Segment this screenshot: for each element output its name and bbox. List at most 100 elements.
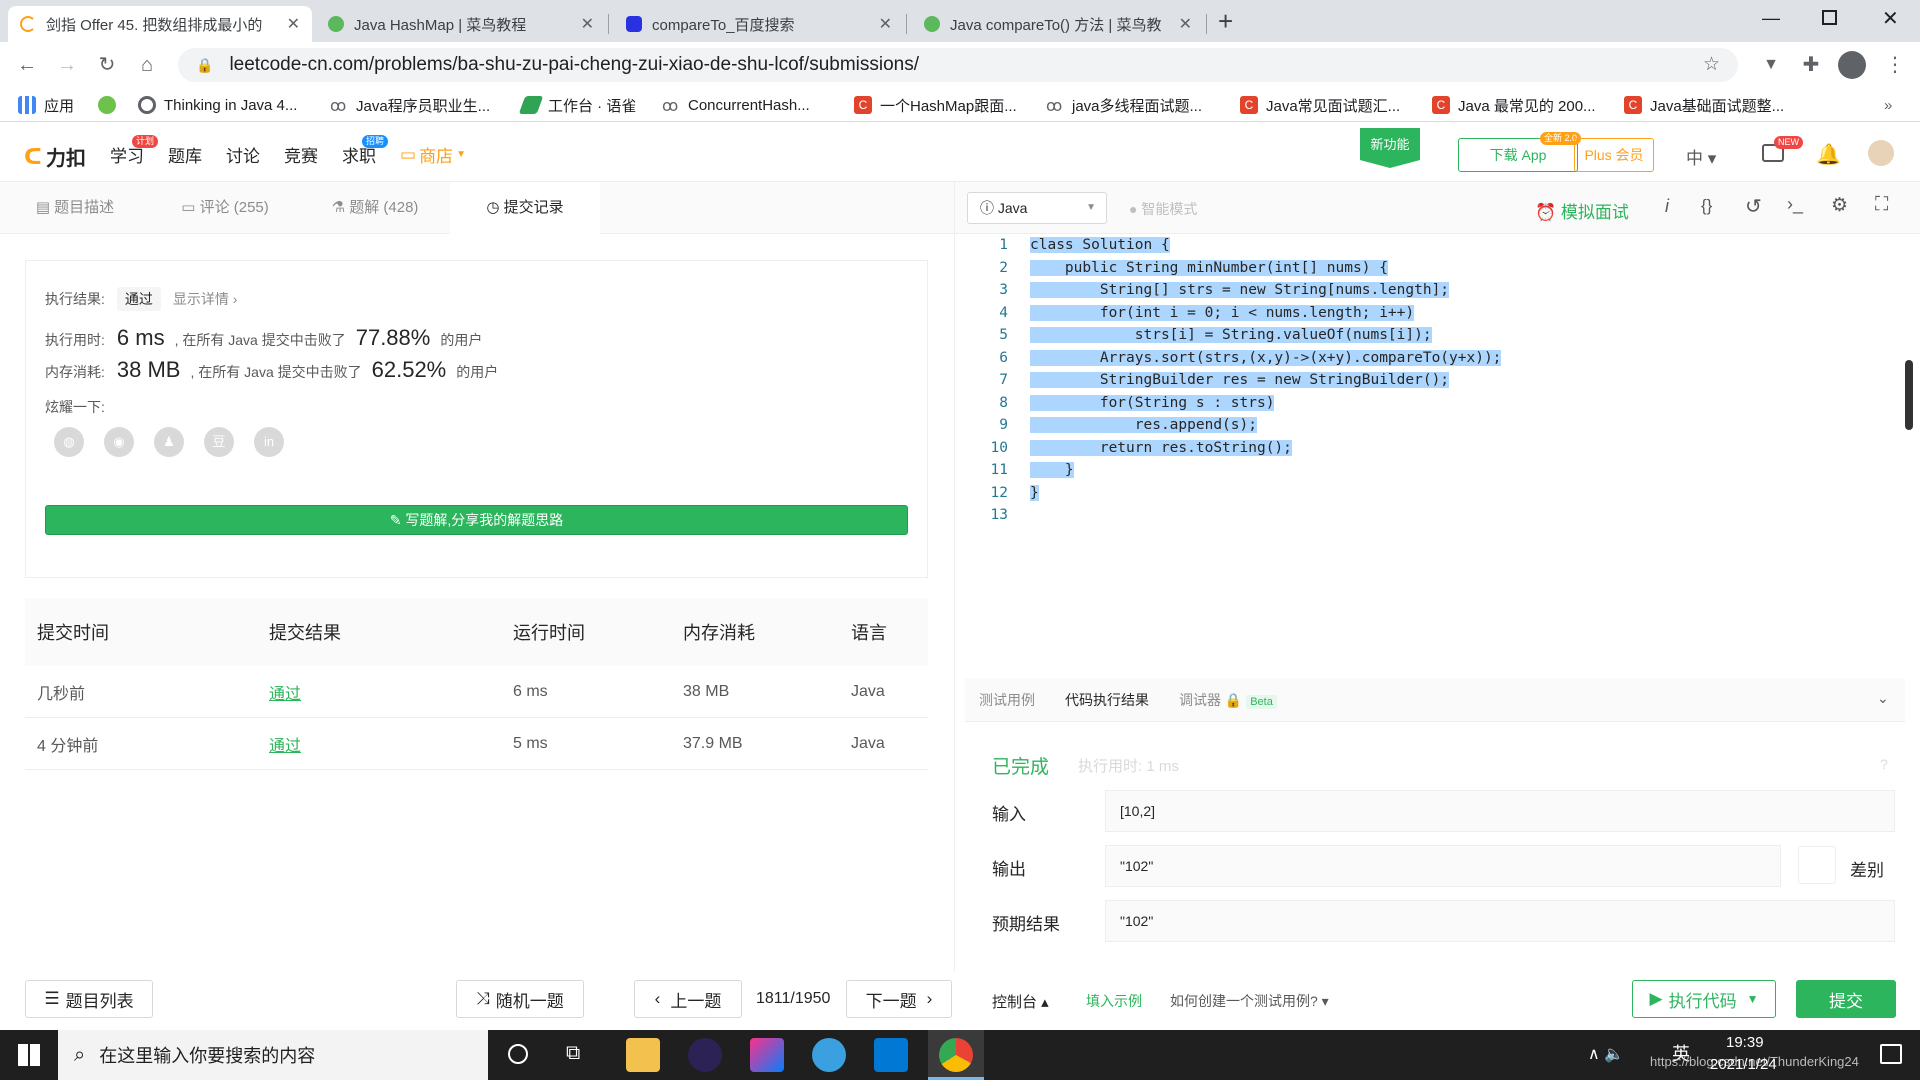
nav-store[interactable]: ▭ 商店 ▼ [400, 142, 466, 167]
cell-result-link[interactable]: 通过 [269, 680, 513, 704]
reload-icon[interactable]: ↻ [92, 50, 122, 80]
tab-run-result[interactable]: 代码执行结果 [1065, 690, 1149, 710]
back-icon[interactable]: ← [12, 50, 42, 80]
extensions-puzzle-icon[interactable]: ✚ [1796, 50, 1826, 80]
app-icon[interactable] [812, 1038, 846, 1072]
clock-date[interactable]: 2021/1/24 [1710, 1056, 1777, 1073]
tab-description[interactable]: ▤ 题目描述 [0, 182, 150, 234]
fullscreen-icon[interactable]: ⛶ [1875, 194, 1888, 216]
nav-contest[interactable]: 竞赛 [284, 142, 318, 167]
cortana-icon[interactable] [508, 1044, 528, 1064]
tab-debugger[interactable]: 调试器 🔒 Beta [1179, 690, 1277, 710]
random-problem-button[interactable]: ⤨ 随机一题 [456, 980, 584, 1018]
qq-icon[interactable]: ♟ [154, 427, 184, 457]
new-tab-button[interactable]: + [1218, 6, 1233, 37]
forward-icon[interactable]: → [52, 50, 82, 80]
plus-member-button[interactable]: Plus 会员 [1574, 138, 1654, 172]
browser-menu-icon[interactable]: ⋮ [1880, 50, 1910, 80]
submit-button[interactable]: 提交 [1796, 980, 1896, 1018]
profile-avatar-icon[interactable] [1838, 51, 1866, 79]
windows-start-icon[interactable] [18, 1044, 40, 1066]
nav-problems[interactable]: 题库 [168, 142, 202, 167]
nav-discuss[interactable]: 讨论 [226, 142, 260, 167]
cell-result-link[interactable]: 通过 [269, 732, 513, 756]
language-select[interactable]: ⓘ Java ▼ [967, 192, 1107, 224]
panel-divider[interactable] [954, 182, 955, 972]
run-code-button[interactable]: ▶ 执行代码 ▼ [1632, 980, 1776, 1018]
bookmark-item[interactable]: C 一个HashMap跟面... [854, 94, 1017, 116]
home-icon[interactable]: ⌂ [132, 50, 162, 80]
leetcode-logo[interactable]: ᑕ 力扣 [24, 142, 86, 171]
bookmark-apps[interactable]: 应用 [18, 94, 74, 116]
taskbar-search[interactable]: ⌕ 在这里输入你要搜索的内容 [58, 1030, 488, 1080]
new-feature-banner[interactable]: 新功能 [1360, 128, 1420, 168]
clock-time[interactable]: 19:39 [1726, 1034, 1764, 1051]
tab-solutions[interactable]: ⚗ 题解 (428) [300, 182, 450, 234]
editor-scrollbar[interactable] [1905, 360, 1913, 430]
language-switch[interactable]: 中 ▾ [1686, 144, 1716, 169]
show-details-link[interactable]: 显示详情 › [173, 289, 238, 309]
wechat-icon[interactable]: ◍ [54, 427, 84, 457]
star-icon[interactable]: ☆ [1703, 53, 1720, 76]
tab-testcase[interactable]: 测试用例 [979, 690, 1035, 710]
prev-problem-button[interactable]: ‹ 上一题 [634, 980, 742, 1018]
diff-toggle[interactable] [1798, 846, 1836, 884]
problem-list-button[interactable]: ☰ 题目列表 [25, 980, 153, 1018]
console-toggle[interactable]: 控制台 ▴ [992, 991, 1049, 1012]
settings-gear-icon[interactable]: ⚙ [1831, 194, 1848, 217]
bookmark-item[interactable]: ꝏ Java程序员职业生... [330, 94, 490, 116]
write-solution-label: 写题解,分享我的解题思路 [405, 512, 564, 528]
bookmark-item[interactable]: C Java 最常见的 200... [1432, 94, 1596, 116]
fill-example-link[interactable]: 填入示例 [1086, 991, 1142, 1011]
browser-tab[interactable]: Java compareTo() 方法 | 菜鸟教 ✕ [912, 6, 1204, 42]
task-view-icon[interactable]: ⧉ [566, 1042, 580, 1065]
terminal-icon[interactable]: ›_ [1787, 194, 1803, 215]
browser-tab[interactable]: 剑指 Offer 45. 把数组排成最小的 ✕ [8, 6, 312, 42]
tab-comments[interactable]: ▭ 评论 (255) [150, 182, 300, 234]
vscode-icon[interactable] [874, 1038, 908, 1072]
intellij-icon[interactable] [750, 1038, 784, 1072]
bell-icon[interactable]: 🔔 [1816, 142, 1841, 167]
mock-interview-button[interactable]: ⏰ 模拟面试 [1535, 198, 1629, 223]
tray-icons[interactable]: ∧ 🔈 [1588, 1044, 1624, 1064]
weibo-icon[interactable]: ◉ [104, 427, 134, 457]
bookmarks-overflow-button[interactable]: » [1884, 94, 1892, 116]
next-problem-button[interactable]: 下一题 › [846, 980, 952, 1018]
memory-text: , 在所有 Java 提交中击败了 [190, 364, 362, 380]
maximize-button[interactable] [1822, 10, 1837, 25]
help-icon[interactable]: ? [1880, 756, 1888, 772]
notification-icon[interactable] [1880, 1044, 1902, 1064]
browser-tab[interactable]: compareTo_百度搜索 ✕ [614, 6, 904, 42]
bookmark-item[interactable]: C Java基础面试题整... [1624, 94, 1784, 116]
bookmark-item[interactable]: ꝏ java多线程面试题... [1046, 94, 1202, 116]
minimize-button[interactable]: — [1762, 8, 1780, 29]
reset-icon[interactable]: ↺ [1745, 194, 1762, 219]
smart-mode-toggle[interactable]: ● 智能模式 [1129, 199, 1197, 219]
bookmark-item[interactable]: Thinking in Java 4... [138, 94, 297, 116]
browser-tab[interactable]: Java HashMap | 菜鸟教程 ✕ [316, 6, 606, 42]
extension-v-icon[interactable]: ▼ [1756, 50, 1786, 80]
bookmark-item[interactable]: C Java常见面试题汇... [1240, 94, 1400, 116]
close-window-button[interactable]: ✕ [1882, 6, 1899, 31]
file-explorer-icon[interactable] [626, 1038, 660, 1072]
address-bar[interactable]: 🔒 leetcode-cn.com/problems/ba-shu-zu-pai… [178, 48, 1738, 82]
how-to-testcase-link[interactable]: 如何创建一个测试用例? ▾ [1170, 991, 1329, 1011]
tab-submissions[interactable]: ◷ 提交记录 [450, 182, 600, 234]
chrome-taskbar-item[interactable] [928, 1030, 984, 1080]
user-avatar[interactable] [1868, 140, 1894, 166]
bookmark-item[interactable]: 工作台 · 语雀 [518, 94, 636, 116]
close-tab-icon[interactable]: ✕ [581, 14, 594, 34]
bookmark-item[interactable] [98, 94, 124, 116]
close-tab-icon[interactable]: ✕ [1179, 14, 1192, 34]
braces-icon[interactable]: {} [1701, 196, 1712, 216]
eclipse-icon[interactable] [688, 1038, 722, 1072]
write-solution-button[interactable]: ✎ 写题解,分享我的解题思路 [45, 505, 908, 535]
info-icon[interactable]: i [1665, 196, 1669, 217]
douban-icon[interactable]: 豆 [204, 427, 234, 457]
linkedin-icon[interactable]: in [254, 427, 284, 457]
collapse-chevron-icon[interactable]: ⌄ [1877, 690, 1889, 707]
close-tab-icon[interactable]: ✕ [287, 14, 300, 34]
code-editor[interactable]: 1 class Solution { 2 public String minNum… [960, 234, 1905, 674]
bookmark-item[interactable]: ꝏ ConcurrentHash... [662, 94, 810, 116]
close-tab-icon[interactable]: ✕ [879, 14, 892, 34]
